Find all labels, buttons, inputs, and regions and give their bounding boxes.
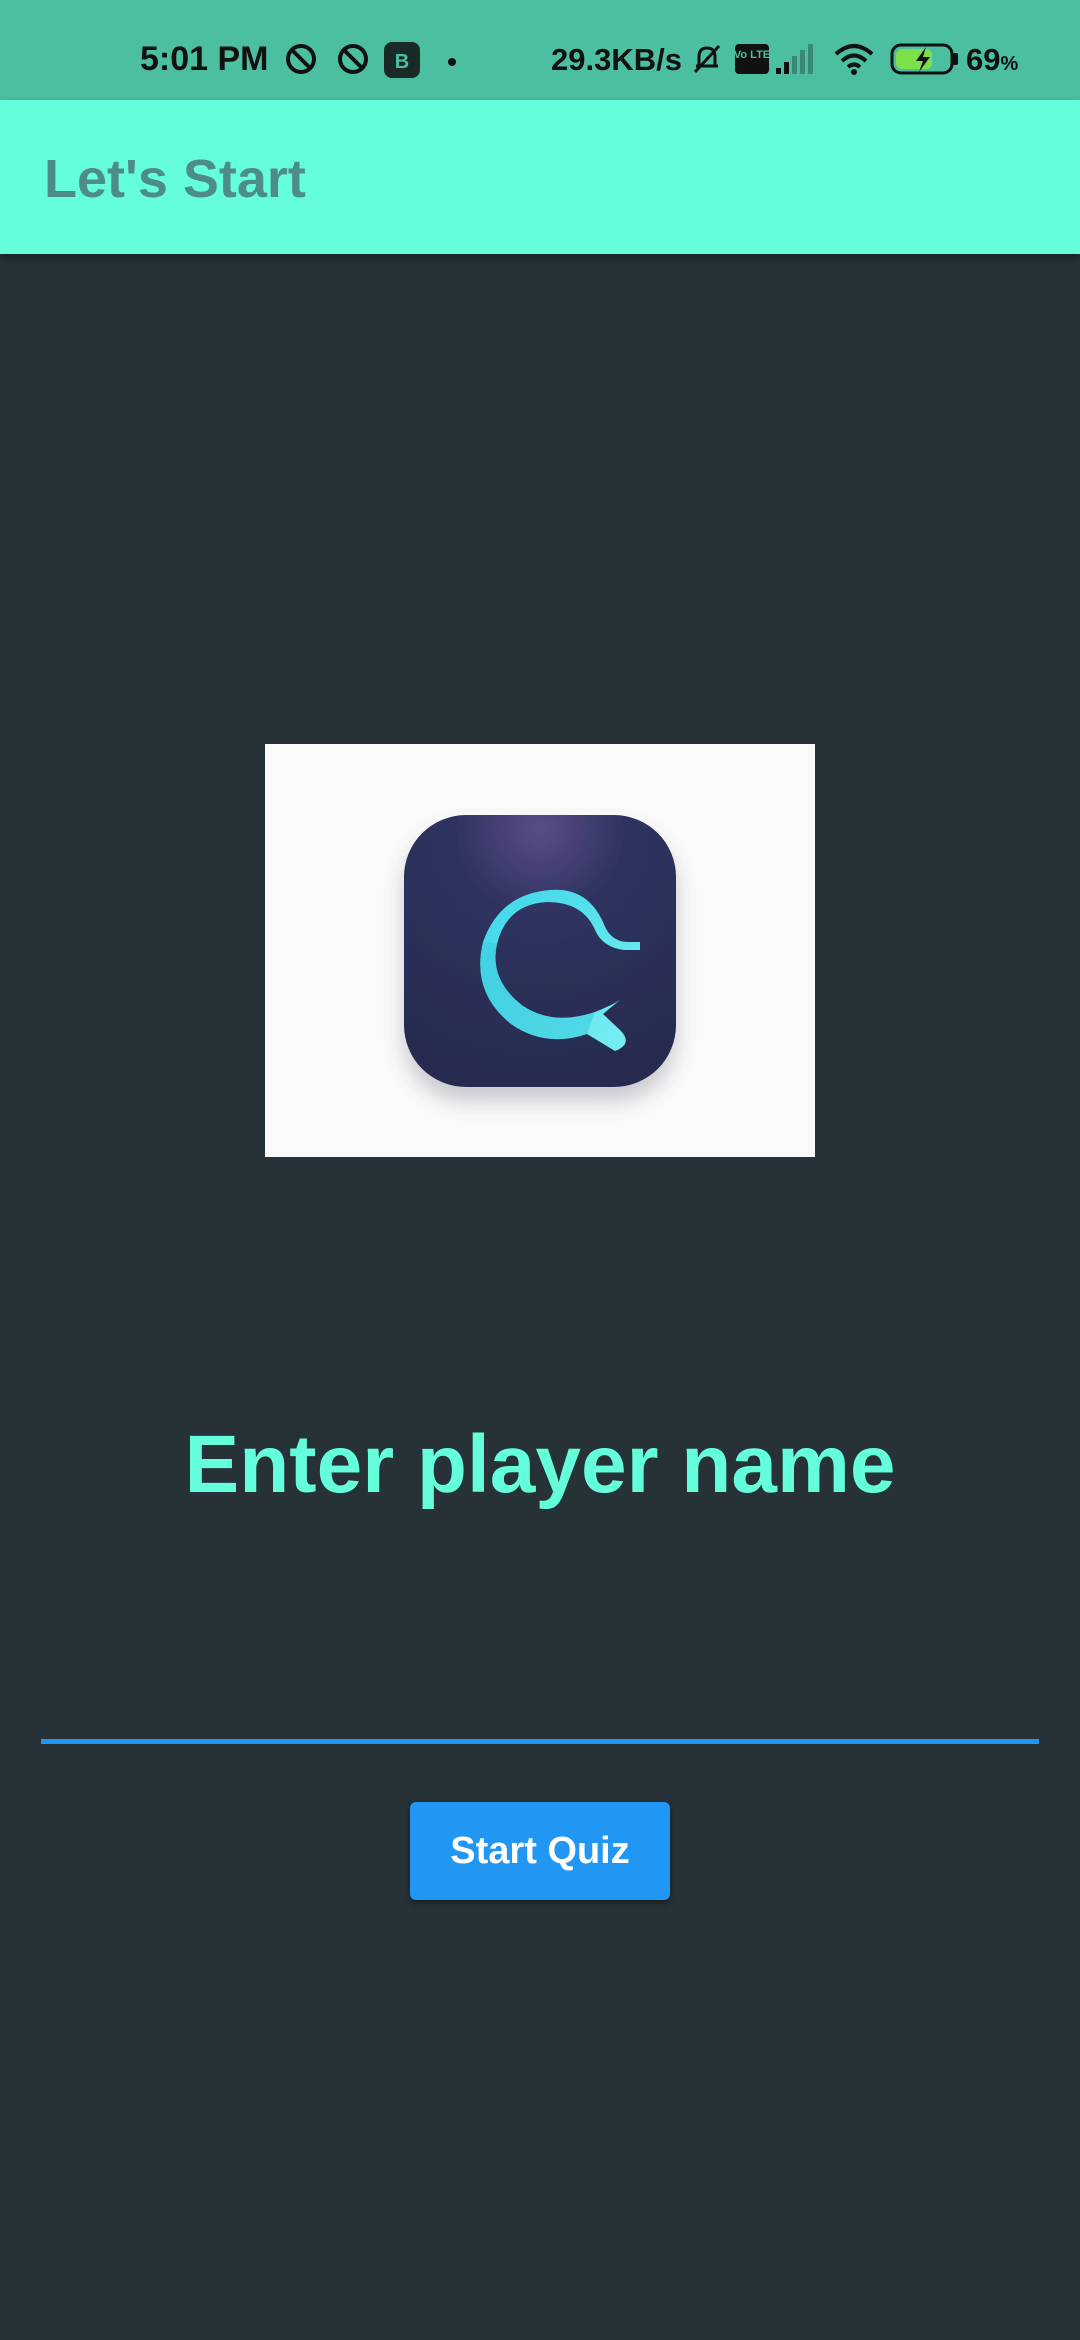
quiz-logo-image bbox=[265, 744, 815, 1157]
player-name-input[interactable] bbox=[41, 1660, 1039, 1744]
location-off-icon bbox=[336, 42, 370, 76]
app-title: Let's Start bbox=[44, 149, 306, 209]
player-name-heading: Enter player name bbox=[184, 1419, 896, 1510]
status-bar: 5:01 PM B 29.3KB/s Vo LTE 69% bbox=[0, 0, 1080, 100]
volte-icon: Vo LTE bbox=[734, 42, 770, 76]
b-app-icon: B bbox=[384, 42, 420, 78]
location-off-icon bbox=[284, 42, 318, 76]
status-time: 5:01 PM bbox=[140, 40, 269, 78]
battery-percent-unit: % bbox=[1000, 53, 1019, 75]
cell-signal-icon bbox=[776, 42, 813, 76]
battery-percent: 69% bbox=[966, 42, 1018, 78]
battery-percent-value: 69 bbox=[966, 42, 1001, 77]
notification-dot bbox=[448, 58, 456, 66]
start-quiz-button[interactable]: Start Quiz bbox=[410, 1802, 670, 1900]
app-bar: Let's Start bbox=[0, 100, 1080, 254]
mute-bell-icon bbox=[690, 42, 724, 76]
b-app-letter: B bbox=[395, 51, 409, 73]
battery-charging-icon bbox=[890, 42, 960, 76]
quiz-logo-icon bbox=[404, 815, 676, 1087]
volte-label: Vo LTE bbox=[735, 49, 769, 61]
network-speed: 29.3KB/s bbox=[551, 42, 682, 77]
wifi-icon bbox=[834, 42, 874, 76]
